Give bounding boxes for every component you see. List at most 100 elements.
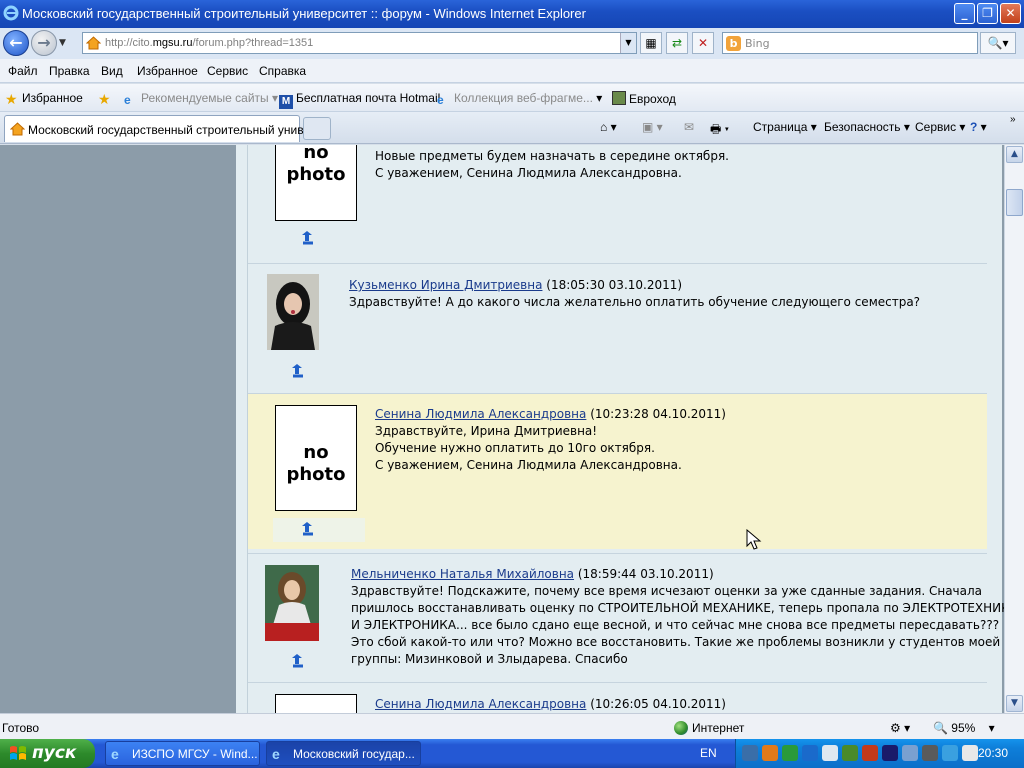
chevron-right-icon[interactable]: »: [1010, 114, 1016, 125]
compatibility-icon[interactable]: ▦: [640, 32, 662, 54]
feeds-icon[interactable]: ▣ ▾: [642, 120, 663, 134]
zoom-control[interactable]: 🔍 95% ▾: [933, 721, 995, 735]
protected-mode-icon[interactable]: ⚙ ▾: [890, 721, 910, 735]
language-indicator[interactable]: EN: [700, 746, 717, 760]
no-photo-placeholder: no photo: [275, 145, 357, 221]
minimize-button[interactable]: _: [954, 3, 975, 24]
volume-icon[interactable]: [962, 745, 978, 761]
star-icon: ★: [5, 91, 18, 107]
refresh-icon[interactable]: ⇄: [666, 32, 688, 54]
start-button[interactable]: пуск: [0, 739, 95, 768]
vertical-scrollbar[interactable]: ▲ ▼: [1004, 145, 1024, 713]
ie-icon: e: [111, 746, 119, 762]
status-bar: Готово Интернет ⚙ ▾ 🔍 95% ▾: [0, 713, 1024, 739]
tray-app-icon[interactable]: [802, 745, 818, 761]
author-link[interactable]: Мельниченко Наталья Михайловна: [351, 567, 574, 581]
menu-file[interactable]: Файл: [8, 64, 38, 78]
forum-post: Сенина Людмила Александровна (10:26:05 0…: [248, 682, 987, 713]
tray-app-icon[interactable]: [842, 745, 858, 761]
fav-suggested-sites[interactable]: e Рекомендуемые сайты ▾: [124, 91, 278, 107]
page-icon: [612, 91, 626, 105]
page-icon: [86, 36, 101, 50]
window-title: Московский государственный строительный …: [22, 6, 586, 21]
taskbar: пуск e ИЗСПО МГСУ - Wind... e Московский…: [0, 739, 1024, 768]
tab-mgsu-forum[interactable]: Московский государственный строительный …: [4, 115, 314, 142]
fav-web-slices[interactable]: e Коллекция веб-фрагме... ▾: [437, 91, 602, 107]
up-arrow-icon[interactable]: [300, 522, 316, 536]
ie-icon: e: [272, 746, 280, 762]
avatar: [267, 274, 319, 350]
tray-app-icon[interactable]: [782, 745, 798, 761]
page-icon: [10, 122, 25, 136]
search-placeholder: Bing: [745, 37, 770, 50]
post-time: (10:26:05 04.10.2011): [590, 697, 726, 711]
author-link[interactable]: Сенина Людмила Александровна: [375, 697, 586, 711]
taskbar-task-mgsu[interactable]: e Московский государ...: [266, 741, 421, 766]
mail-icon[interactable]: ✉: [684, 120, 694, 134]
safety-menu[interactable]: Безопасность ▾: [824, 120, 910, 134]
back-button[interactable]: ←: [3, 30, 29, 56]
help-icon[interactable]: ? ▾: [970, 120, 987, 134]
tray-app-icon[interactable]: [922, 745, 938, 761]
post-header: Сенина Людмила Александровна (10:23:28 0…: [375, 407, 726, 421]
favorites-bar: ★ Избранное ★ e Рекомендуемые сайты ▾ M Бес…: [0, 84, 1024, 112]
address-dropdown-icon[interactable]: ▼: [620, 33, 636, 53]
tray-app-icon[interactable]: [862, 745, 878, 761]
author-link[interactable]: Сенина Людмила Александровна: [375, 407, 586, 421]
up-arrow-icon[interactable]: [290, 364, 306, 378]
scroll-up-icon[interactable]: ▲: [1006, 146, 1023, 163]
up-button-area: [273, 518, 365, 542]
bluetooth-icon[interactable]: [742, 745, 758, 761]
tray-app-icon[interactable]: [882, 745, 898, 761]
menu-favorites[interactable]: Избранное: [137, 64, 198, 78]
ie-icon: [3, 5, 19, 21]
start-label: пуск: [32, 743, 77, 763]
msn-icon: M: [279, 95, 293, 109]
author-link[interactable]: Кузьменко Ирина Дмитриевна: [349, 278, 542, 292]
fav-hotmail[interactable]: M Бесплатная почта Hotmail: [279, 91, 440, 109]
forum-thread: no photo Новые предметы будем назначать в…: [236, 145, 1004, 713]
mouse-cursor-icon: [746, 529, 762, 550]
ie-icon: e: [124, 93, 131, 107]
favorites-button[interactable]: ★ Избранное: [5, 91, 83, 106]
history-dropdown-icon[interactable]: ▼: [59, 38, 66, 48]
address-field[interactable]: http://cito.mgsu.ru/forum.php?thread=135…: [82, 32, 637, 54]
up-arrow-icon[interactable]: [300, 231, 316, 245]
globe-icon: [674, 721, 688, 735]
forum-post: Кузьменко Ирина Дмитриевна (18:05:30 03.…: [248, 263, 987, 389]
print-icon[interactable]: 🖶 ▾: [710, 120, 729, 141]
tray-app-icon[interactable]: [902, 745, 918, 761]
forum-post-highlighted: no photo Сенина Людмила Александровна (10…: [248, 393, 987, 549]
network-icon[interactable]: [942, 745, 958, 761]
no-photo-placeholder: [275, 694, 357, 713]
tools-menu[interactable]: Сервис ▾: [915, 120, 965, 134]
taskbar-task-izspo[interactable]: e ИЗСПО МГСУ - Wind...: [105, 741, 260, 766]
scroll-down-icon[interactable]: ▼: [1006, 695, 1023, 712]
tray-app-icon[interactable]: [762, 745, 778, 761]
home-icon[interactable]: ⌂ ▾: [600, 120, 617, 134]
menu-help[interactable]: Справка: [259, 64, 306, 78]
forward-button[interactable]: →: [31, 30, 57, 56]
page-menu[interactable]: Страница ▾: [753, 120, 817, 134]
scroll-thumb[interactable]: [1006, 189, 1023, 216]
stop-icon[interactable]: ✕: [692, 32, 714, 54]
restore-button[interactable]: ❐: [977, 3, 998, 24]
up-arrow-icon[interactable]: [290, 654, 306, 668]
status-text: Готово: [2, 721, 40, 735]
windows-flag-icon: [10, 746, 26, 760]
post-time: (10:23:28 04.10.2011): [590, 407, 726, 421]
clock: 20:30: [977, 746, 1008, 760]
search-button[interactable]: 🔍▾: [980, 32, 1016, 54]
tray-app-icon[interactable]: [822, 745, 838, 761]
menu-view[interactable]: Вид: [101, 64, 123, 78]
fav-evrohod[interactable]: Евроход: [612, 91, 676, 106]
close-button[interactable]: ✕: [1000, 3, 1021, 24]
post-time: (18:59:44 03.10.2011): [577, 567, 714, 581]
menu-edit[interactable]: Правка: [49, 64, 90, 78]
menu-tools[interactable]: Сервис: [207, 64, 248, 78]
search-input[interactable]: b Bing: [722, 32, 978, 54]
add-favorite-icon[interactable]: ★: [98, 91, 115, 106]
new-tab-button[interactable]: [303, 117, 331, 140]
forum-post: Мельниченко Наталья Михайловна (18:59:44…: [248, 553, 1004, 681]
post-message: Новые предметы будем назначать в середин…: [375, 149, 729, 180]
